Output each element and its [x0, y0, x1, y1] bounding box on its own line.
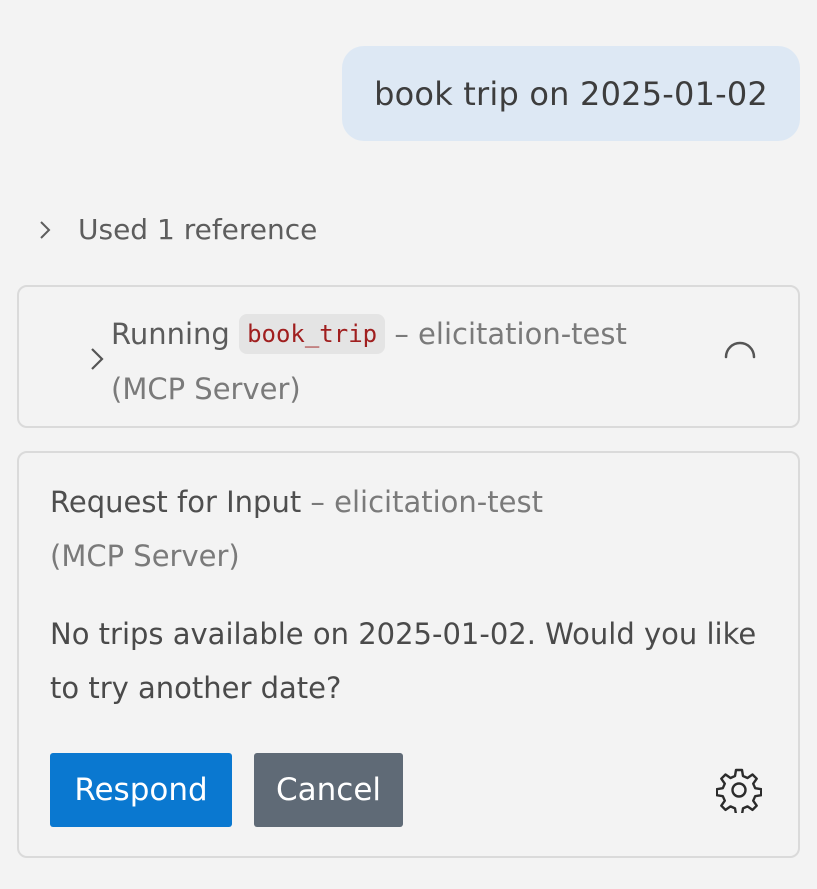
tool-call-description: Running book_trip – elicitation-test (MC…: [111, 307, 641, 417]
chevron-right-icon: [40, 220, 51, 239]
loading-spinner-icon: [724, 341, 756, 359]
elicitation-title: Request for Input: [50, 485, 302, 519]
user-message-text: book trip on 2025-01-02: [374, 74, 768, 113]
user-message-bubble: book trip on 2025-01-02: [342, 46, 800, 141]
references-label: Used 1 reference: [78, 213, 318, 246]
gear-icon[interactable]: [716, 767, 762, 813]
respond-button[interactable]: Respond: [50, 753, 232, 827]
chat-panel: book trip on 2025-01-02 Used 1 reference…: [0, 0, 817, 889]
tool-call-card: Running book_trip – elicitation-test (MC…: [17, 285, 800, 428]
tool-status-label: Running: [111, 317, 230, 351]
cancel-button[interactable]: Cancel: [254, 753, 403, 827]
references-toggle[interactable]: Used 1 reference: [36, 213, 317, 246]
tool-name-code: book_trip: [239, 314, 386, 354]
elicitation-card: Request for Input – elicitation-test (MC…: [17, 451, 800, 858]
elicitation-message: No trips available on 2025-01-02. Would …: [50, 617, 757, 705]
elicitation-header: Request for Input – elicitation-test (MC…: [50, 475, 550, 583]
chevron-right-icon[interactable]: [87, 345, 107, 373]
